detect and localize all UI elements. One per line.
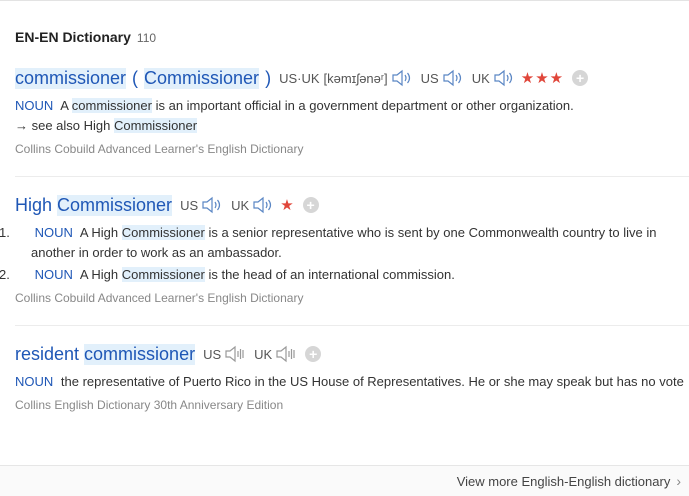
part-of-speech: NOUN [15, 98, 54, 113]
frequency-stars: ★ [280, 197, 295, 214]
variant-link[interactable]: Commissioner [144, 67, 260, 89]
entry-headline: resident commissioner US UK + [15, 341, 687, 367]
top-border [0, 0, 689, 1]
speaker-icon[interactable] [493, 69, 515, 87]
frequency-stars: ★★★ [520, 70, 565, 87]
entry-resident-commissioner: resident commissioner US UK + NOUN the r… [15, 341, 687, 412]
open-paren: ( [132, 67, 139, 88]
sense-text: A [60, 98, 69, 113]
speaker-icon[interactable] [442, 69, 464, 87]
part-of-speech: NOUN [15, 374, 54, 389]
highlight-term: commissioner [71, 98, 152, 113]
us-label: US [203, 346, 222, 362]
entry-high-commissioner: High Commissioner US UK ★ + 1. NOUN A Hi… [0, 192, 687, 305]
headword-link[interactable]: Commissioner [57, 194, 173, 216]
uk-label: UK [231, 197, 250, 213]
part-of-speech: NOUN [34, 267, 73, 282]
entry-headline: commissioner ( Commissioner ) US·UK [kəm… [15, 65, 687, 91]
footer-bar: View more English-English dictionary › [0, 465, 689, 496]
plus-icon[interactable]: + [302, 197, 319, 213]
headword-link[interactable]: commissioner [84, 343, 196, 365]
sense-text: is the head of an international commissi… [208, 267, 455, 282]
view-more-label: View more English-English dictionary [456, 473, 671, 489]
sense: 1. NOUN A High Commissioner is a senior … [0, 223, 687, 263]
speaker-disabled-icon[interactable] [275, 345, 297, 363]
source: Collins Cobuild Advanced Learner's Engli… [15, 291, 304, 305]
sense-text: A High [79, 267, 119, 282]
part-of-speech: NOUN [34, 225, 73, 240]
dictionary-header: EN-EN Dictionary 110 [15, 29, 156, 49]
entry-commissioner: commissioner ( Commissioner ) US·UK [kəm… [15, 65, 687, 156]
see-also-prefix: → see also High [15, 118, 111, 133]
sense: NOUN A commissioner is an important offi… [15, 96, 687, 116]
sense-text: A High [79, 225, 119, 240]
phonetic-label: US·UK [279, 70, 320, 86]
speaker-icon[interactable] [391, 69, 413, 87]
uk-label: UK [471, 70, 490, 86]
see-also-link[interactable]: Commissioner [114, 118, 198, 133]
sense-text: the representative of Puerto Rico in the… [60, 374, 684, 389]
dictionary-title: EN-EN Dictionary [15, 29, 131, 45]
divider [15, 176, 689, 177]
speaker-icon[interactable] [252, 196, 274, 214]
us-label: US [180, 197, 199, 213]
uk-label: UK [254, 346, 273, 362]
divider [15, 325, 689, 326]
highlight-term: Commissioner [121, 225, 205, 240]
speaker-disabled-icon[interactable] [224, 345, 246, 363]
see-also: → see also High Commissioner [15, 116, 687, 136]
view-more-link[interactable]: View more English-English dictionary › [457, 473, 681, 489]
sense-number: 1. [0, 225, 10, 240]
headword-prefix[interactable]: High [15, 195, 52, 216]
chevron-right-icon: › [676, 473, 681, 489]
headword-prefix[interactable]: resident [15, 344, 79, 365]
entry-headline: High Commissioner US UK ★ + [15, 192, 687, 218]
plus-icon[interactable]: + [305, 346, 322, 362]
close-paren: ) [265, 67, 272, 88]
sense: NOUN the representative of Puerto Rico i… [15, 372, 685, 392]
headword-link[interactable]: commissioner [15, 67, 127, 89]
source: Collins Cobuild Advanced Learner's Engli… [15, 142, 304, 156]
sense-text: is an important official in a government… [155, 98, 574, 113]
us-label: US [420, 70, 439, 86]
speaker-icon[interactable] [201, 196, 223, 214]
source: Collins English Dictionary 30th Annivers… [15, 398, 284, 412]
sense: 2. NOUN A High Commissioner is the head … [0, 265, 687, 285]
plus-icon[interactable]: + [572, 70, 589, 86]
highlight-term: Commissioner [121, 267, 205, 282]
result-count: 110 [136, 31, 157, 45]
phonetic-text: [kəmɪʃənəʳ] [323, 70, 388, 86]
sense-number: 2. [0, 267, 10, 282]
